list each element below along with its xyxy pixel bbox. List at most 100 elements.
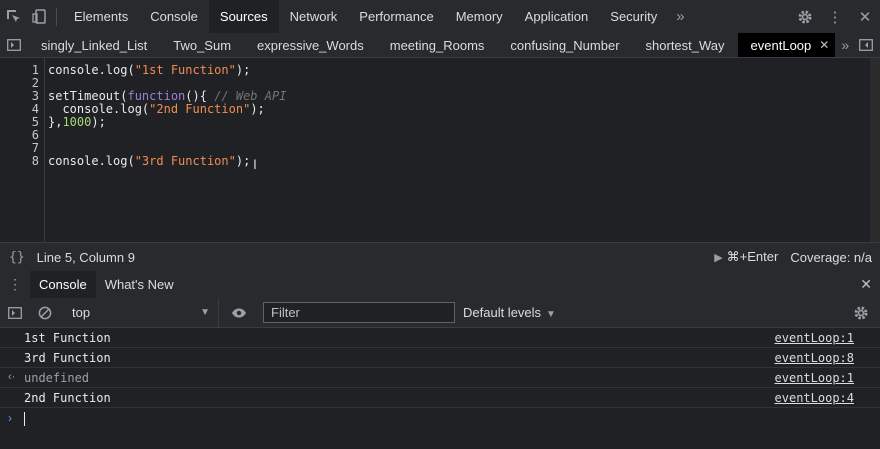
gear-icon[interactable] — [790, 0, 820, 33]
close-icon[interactable]: ✕ — [850, 0, 880, 33]
code-token: "3rd Function" — [134, 154, 236, 168]
file-tab-label: expressive_Words — [257, 37, 364, 53]
drawer-tab-console[interactable]: Console — [30, 271, 96, 298]
message-source-link[interactable]: eventLoop:8 — [775, 351, 854, 365]
device-toolbar-icon[interactable] — [26, 0, 52, 33]
kebab-menu-icon[interactable]: ⋮ — [820, 0, 850, 33]
file-tab-expressive-words[interactable]: expressive_Words — [244, 33, 377, 57]
log-levels-label: Default levels — [463, 305, 542, 320]
navigator-toggle-icon[interactable] — [0, 33, 28, 57]
line-number: 3 — [31, 89, 39, 103]
console-message: ‹· undefined eventLoop:1 — [0, 368, 880, 388]
message-text: undefined — [24, 371, 90, 385]
code-token: "2nd Function" — [149, 102, 251, 116]
more-tabs-icon[interactable]: » — [668, 8, 692, 25]
devtools-main-toolbar: Elements Console Sources Network Performance… — [0, 0, 880, 34]
line-number: 6 — [31, 128, 39, 142]
panel-tabs: Elements Console Sources Network Performance… — [63, 0, 668, 33]
drawer-menu-icon[interactable]: ⋮ — [0, 276, 30, 293]
status-right: ▶ ⌘+Enter Coverage: n/a — [714, 243, 872, 271]
drawer-tab-what-s-new[interactable]: What's New — [96, 271, 183, 298]
toolbar-right: ⋮ ✕ — [790, 0, 880, 33]
result-arrow-icon: ‹· — [8, 371, 16, 383]
code-token: }, — [48, 115, 63, 129]
console-settings-gear-icon[interactable] — [846, 298, 876, 327]
inspect-element-icon[interactable] — [0, 0, 26, 33]
debugger-toggle-icon[interactable] — [852, 33, 880, 57]
message-text: 1st Function — [24, 331, 111, 345]
editor-scrollbar[interactable] — [870, 58, 880, 242]
clear-console-icon[interactable] — [30, 298, 60, 327]
code-token: ); — [235, 63, 251, 77]
toolbar-divider — [56, 7, 57, 26]
tab-console[interactable]: Console — [139, 0, 209, 33]
code-token: console.log( — [48, 154, 135, 168]
code-editor[interactable]: 12345678 console.log("1st Function"); set… — [0, 58, 880, 242]
filter-input[interactable] — [263, 302, 455, 323]
file-tab-shortest-way[interactable]: shortest_Way — [633, 33, 738, 57]
file-tab-label: Two_Sum — [173, 37, 232, 53]
line-number: 2 — [31, 76, 39, 90]
code-token: "1st Function" — [134, 63, 236, 77]
file-tab-label: eventLoop — [750, 37, 812, 53]
message-text: 2nd Function — [24, 391, 111, 405]
text-cursor-icon: I — [253, 156, 257, 172]
console-messages: 1st Function eventLoop:1 3rd Function event… — [0, 328, 880, 430]
drawer-tab-list: Console What's New — [30, 271, 183, 298]
line-number: 8 — [31, 154, 39, 168]
file-tab-label: meeting_Rooms — [389, 37, 485, 53]
close-tab-icon[interactable]: ✕ — [819, 38, 829, 52]
file-tab-label: shortest_Way — [645, 37, 725, 53]
run-snippet-icon[interactable]: ▶ — [714, 251, 722, 264]
close-drawer-icon[interactable]: ✕ — [860, 271, 872, 298]
code-token: console.log( — [48, 102, 150, 116]
code-token: // Web API — [214, 89, 287, 103]
line-number: 5 — [31, 115, 39, 129]
tab-elements[interactable]: Elements — [63, 0, 139, 33]
tab-application[interactable]: Application — [514, 0, 600, 33]
code-token: ); — [235, 154, 251, 168]
context-selector[interactable]: top ▼ — [60, 298, 219, 327]
tab-sources[interactable]: Sources — [208, 0, 279, 33]
message-source-link[interactable]: eventLoop:4 — [775, 391, 854, 405]
drawer-tabs: ⋮ Console What's New ✕ — [0, 271, 880, 299]
eye-icon[interactable] — [219, 298, 259, 327]
code-token: (){ — [185, 89, 215, 103]
line-number-gutter: 12345678 — [0, 58, 45, 242]
code-line: setTimeout(function(){ // Web API — [48, 89, 286, 103]
editor-status-bar: {} Line 5, Column 9 ▶ ⌘+Enter Coverage: … — [0, 242, 880, 272]
file-tab-two-sum[interactable]: Two_Sum — [160, 33, 244, 57]
coverage-status: Coverage: n/a — [790, 249, 872, 265]
file-tab-meeting-rooms[interactable]: meeting_Rooms — [377, 33, 498, 57]
message-source-link[interactable]: eventLoop:1 — [775, 371, 854, 385]
log-levels-dropdown[interactable]: Default levels ▼ — [463, 305, 556, 320]
pretty-print-icon[interactable]: {} — [0, 250, 37, 265]
source-file-tabs: singly_Linked_List Two_Sum expressive_Word… — [0, 33, 880, 58]
line-number: 4 — [31, 102, 39, 116]
tab-memory[interactable]: Memory — [445, 0, 514, 33]
cursor-position: Line 5, Column 9 — [36, 249, 135, 265]
code-token: 1000 — [62, 115, 92, 129]
message-source-link[interactable]: eventLoop:1 — [775, 331, 854, 345]
input-caret — [24, 412, 25, 426]
tab-network[interactable]: Network — [279, 0, 349, 33]
code-token: console.log( — [48, 63, 135, 77]
file-tab-label: confusing_Number — [510, 37, 620, 53]
code-line: console.log("1st Function"); — [48, 63, 250, 77]
code-token: ); — [91, 115, 106, 129]
line-number: 7 — [31, 141, 39, 155]
file-tab-list: singly_Linked_List Two_Sum expressive_Word… — [28, 33, 836, 57]
console-prompt[interactable]: › — [0, 408, 880, 430]
run-shortcut[interactable]: ⌘+Enter — [727, 249, 779, 265]
file-tab-confusing-number[interactable]: confusing_Number — [497, 33, 632, 57]
tab-performance[interactable]: Performance — [348, 0, 444, 33]
console-sidebar-toggle-icon[interactable] — [0, 298, 30, 327]
file-tab-eventloop[interactable]: eventLoop ✕ — [737, 33, 836, 57]
file-tab-singly-linked-list[interactable]: singly_Linked_List — [28, 33, 160, 57]
context-value: top — [72, 305, 91, 320]
file-tab-label: singly_Linked_List — [41, 37, 148, 53]
code-token: function — [127, 89, 186, 103]
tab-security[interactable]: Security — [599, 0, 668, 33]
code-token: setTimeout( — [48, 89, 128, 103]
line-number: 1 — [31, 63, 39, 77]
